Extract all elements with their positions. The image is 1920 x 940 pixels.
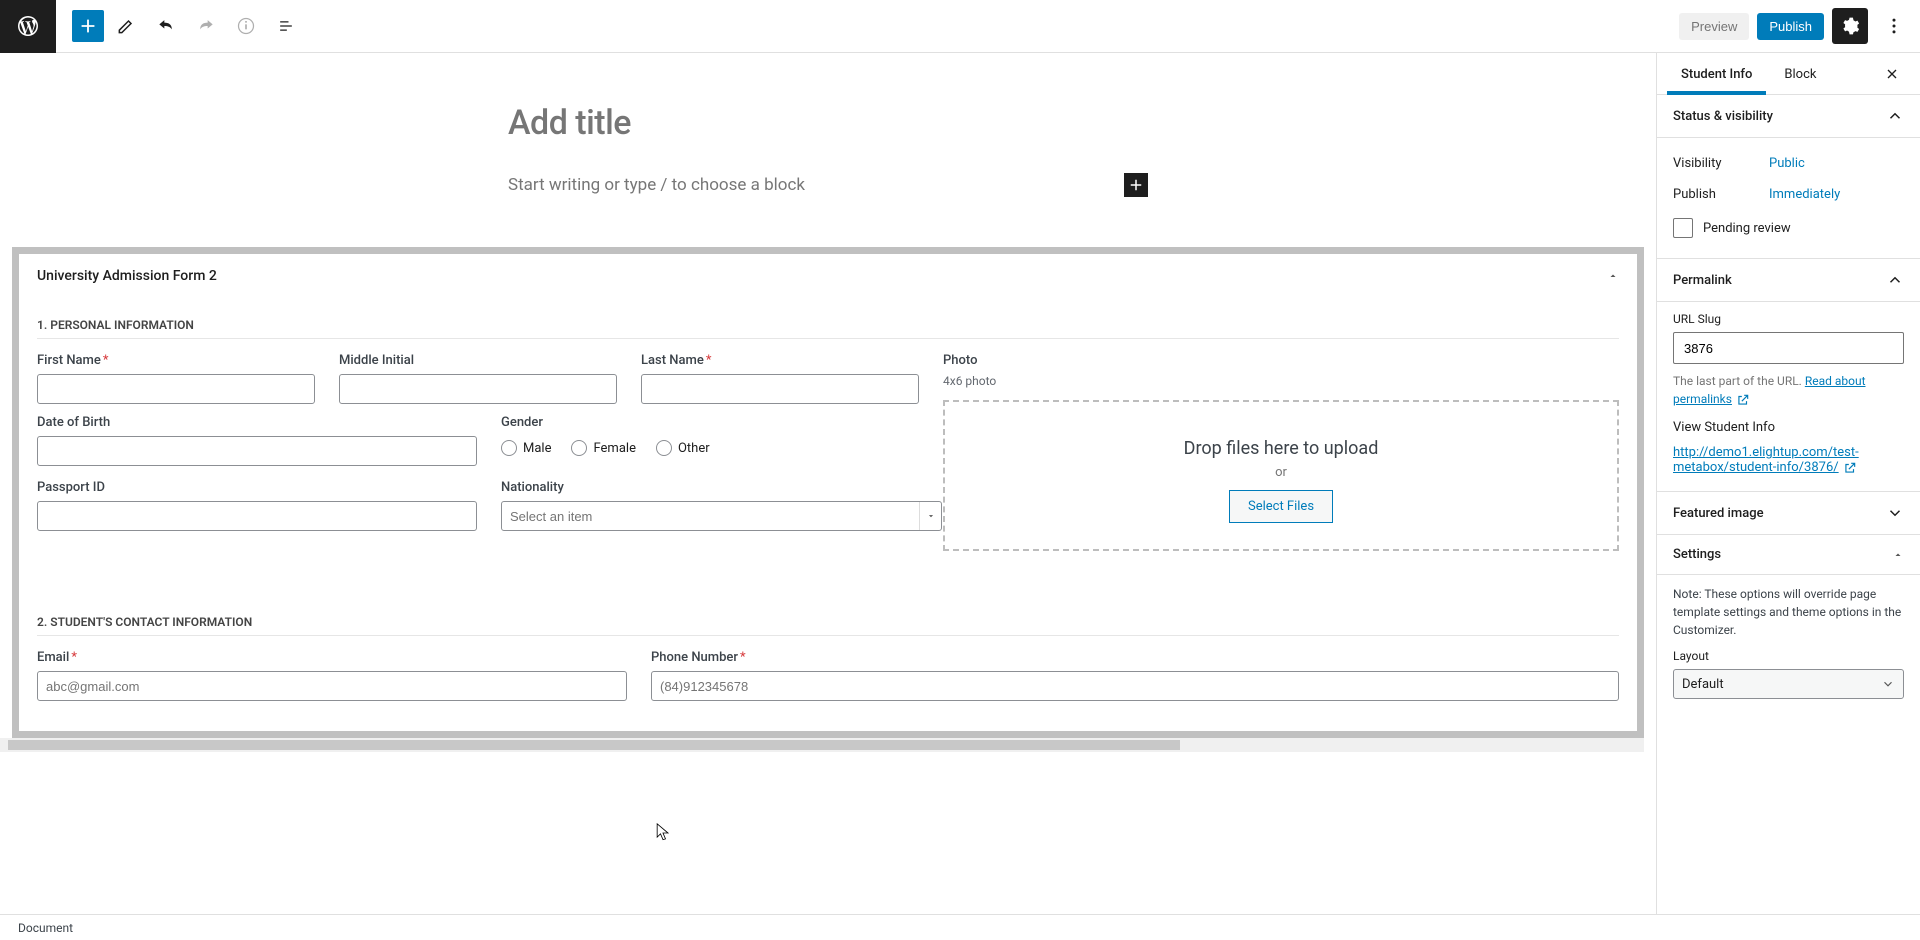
panel-status-visibility[interactable]: Status & visibility xyxy=(1657,95,1920,138)
settings-toggle-button[interactable] xyxy=(1832,8,1868,44)
info-button[interactable] xyxy=(228,8,264,44)
pencil-icon xyxy=(116,16,136,36)
nationality-select[interactable] xyxy=(501,501,942,531)
phone-label: Phone Number xyxy=(651,650,738,665)
horizontal-scrollbar[interactable] xyxy=(0,738,1644,752)
mouse-cursor-icon xyxy=(656,823,670,843)
url-slug-input[interactable] xyxy=(1673,332,1904,364)
photo-hint: 4x6 photo xyxy=(943,374,1619,388)
gender-radio-male[interactable]: Male xyxy=(501,440,551,456)
photo-label: Photo xyxy=(943,353,1619,368)
passport-label: Passport ID xyxy=(37,480,477,495)
first-name-label: First Name xyxy=(37,353,101,368)
kebab-icon xyxy=(1884,16,1904,36)
redo-icon xyxy=(196,16,216,36)
info-icon xyxy=(236,16,256,36)
plus-icon xyxy=(77,15,99,37)
publish-label: Publish xyxy=(1673,187,1769,202)
metabox-header[interactable]: University Admission Form 2 xyxy=(19,254,1637,298)
status-bar-label: Document xyxy=(18,921,73,935)
list-icon xyxy=(276,16,296,36)
gear-icon xyxy=(1840,16,1860,36)
caret-up-icon xyxy=(1892,549,1904,561)
photo-dropzone[interactable]: Drop files here to upload or Select File… xyxy=(943,400,1619,551)
gender-label: Gender xyxy=(501,415,942,430)
url-slug-label: URL Slug xyxy=(1673,312,1904,326)
undo-button[interactable] xyxy=(148,8,184,44)
undo-icon xyxy=(156,16,176,36)
dropzone-text: Drop files here to upload xyxy=(961,438,1601,459)
layout-select[interactable]: Default xyxy=(1673,669,1904,699)
chevron-down-icon xyxy=(1886,504,1904,522)
dob-label: Date of Birth xyxy=(37,415,477,430)
caret-up-icon xyxy=(1607,270,1619,282)
section-heading-contact: 2. STUDENT'S CONTACT INFORMATION xyxy=(37,601,1619,636)
gender-radio-other[interactable]: Other xyxy=(656,440,710,456)
redo-button[interactable] xyxy=(188,8,224,44)
panel-settings[interactable]: Settings xyxy=(1657,535,1920,575)
panel-featured-image[interactable]: Featured image xyxy=(1657,492,1920,535)
metabox-admission-form: University Admission Form 2 1. PERSONAL … xyxy=(12,247,1644,738)
wordpress-icon xyxy=(16,14,40,38)
editor-canvas[interactable]: Add title Start writing or type / to cho… xyxy=(0,53,1656,914)
sidebar-tab-block[interactable]: Block xyxy=(1768,53,1832,94)
view-post-label: View Student Info xyxy=(1673,420,1904,435)
gender-radio-female[interactable]: Female xyxy=(571,440,635,456)
wordpress-logo-button[interactable] xyxy=(0,0,56,53)
settings-note: Note: These options will override page t… xyxy=(1673,585,1904,639)
post-title-input[interactable]: Add title xyxy=(508,103,1148,143)
outline-button[interactable] xyxy=(268,8,304,44)
phone-input[interactable] xyxy=(651,671,1619,701)
close-icon xyxy=(1884,66,1900,82)
select-files-button[interactable]: Select Files xyxy=(1229,490,1333,523)
chevron-down-icon xyxy=(1881,677,1895,691)
external-link-icon xyxy=(1736,393,1750,407)
visibility-value-button[interactable]: Public xyxy=(1769,156,1805,171)
email-label: Email xyxy=(37,650,69,665)
panel-permalink[interactable]: Permalink xyxy=(1657,259,1920,302)
preview-button[interactable]: Preview xyxy=(1679,13,1749,40)
gender-radio-group: Male Female Other xyxy=(501,440,942,456)
more-menu-button[interactable] xyxy=(1876,8,1912,44)
sidebar-close-button[interactable] xyxy=(1872,53,1912,94)
content-placeholder[interactable]: Start writing or type / to choose a bloc… xyxy=(508,175,1124,195)
dropzone-or: or xyxy=(961,465,1601,480)
publish-value-button[interactable]: Immediately xyxy=(1769,187,1840,202)
dob-input[interactable] xyxy=(37,436,477,466)
visibility-label: Visibility xyxy=(1673,156,1769,171)
chevron-up-icon xyxy=(1886,107,1904,125)
permalink-url-link[interactable]: http://demo1.elightup.com/test-metabox/s… xyxy=(1673,445,1859,475)
publish-button[interactable]: Publish xyxy=(1757,13,1824,40)
sidebar-tab-document[interactable]: Student Info xyxy=(1665,53,1768,94)
last-name-label: Last Name xyxy=(641,353,704,368)
top-toolbar: Preview Publish xyxy=(0,0,1920,53)
settings-sidebar: Student Info Block Status & visibility V… xyxy=(1656,53,1920,914)
inline-add-block-button[interactable] xyxy=(1124,173,1148,197)
middle-initial-input[interactable] xyxy=(339,374,617,404)
metabox-title: University Admission Form 2 xyxy=(37,268,217,284)
status-bar: Document xyxy=(0,914,1920,940)
plus-icon xyxy=(1127,176,1145,194)
email-input[interactable] xyxy=(37,671,627,701)
pending-review-checkbox[interactable] xyxy=(1673,218,1693,238)
edit-mode-button[interactable] xyxy=(108,8,144,44)
pending-review-label: Pending review xyxy=(1703,221,1791,236)
layout-label: Layout xyxy=(1673,649,1904,663)
section-heading-personal: 1. PERSONAL INFORMATION xyxy=(37,304,1619,339)
first-name-input[interactable] xyxy=(37,374,315,404)
external-link-icon xyxy=(1843,461,1857,475)
middle-initial-label: Middle Initial xyxy=(339,353,617,368)
last-name-input[interactable] xyxy=(641,374,919,404)
add-block-button[interactable] xyxy=(72,10,104,42)
nationality-label: Nationality xyxy=(501,480,942,495)
passport-input[interactable] xyxy=(37,501,477,531)
chevron-up-icon xyxy=(1886,271,1904,289)
